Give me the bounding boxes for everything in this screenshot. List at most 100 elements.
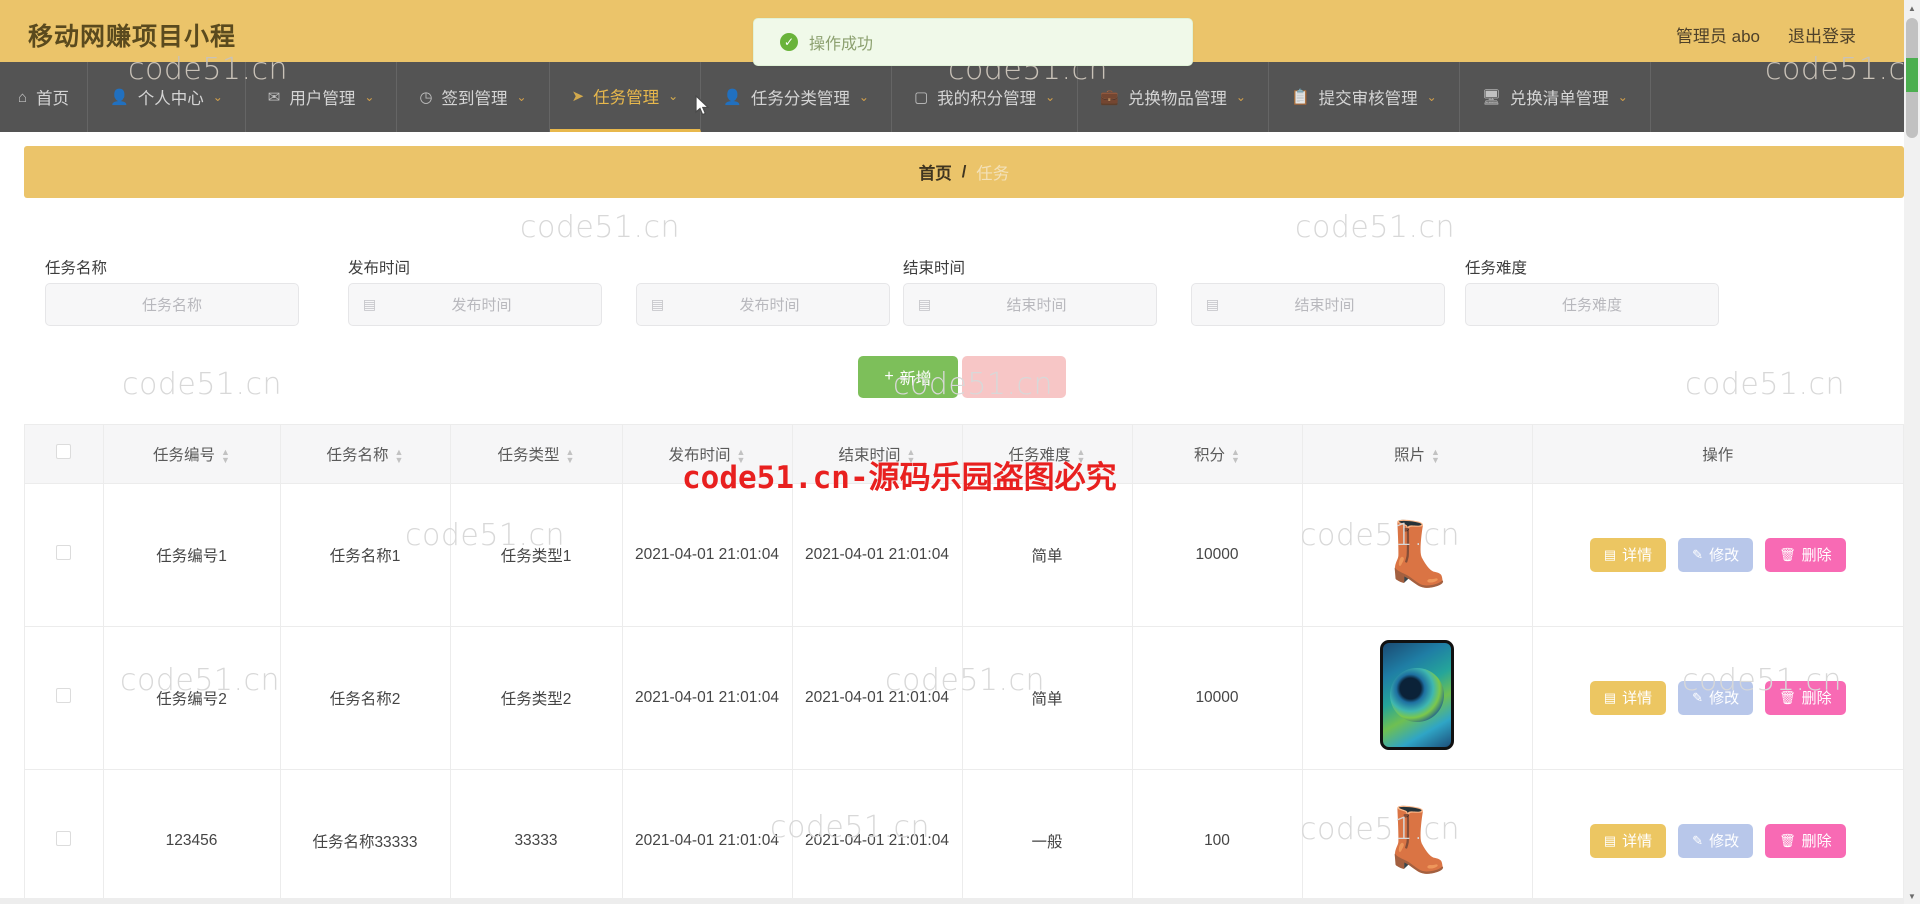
table-header-row: 任务编号 ▲ ▼ 任务名称 ▲ ▼ 任务类型 ▲ ▼ 发布时间 ▲ ▼ 结束时间 ▲ ▼ 任务难度 ▲ ▼ 积分 ▲ ▼… xyxy=(25,425,1903,484)
cell-difficulty: 简单 xyxy=(962,483,1133,627)
batch-delete-button[interactable] xyxy=(962,356,1066,398)
square-icon: ▢ xyxy=(913,89,929,106)
row-checkbox[interactable] xyxy=(56,830,72,846)
row-checkbox[interactable] xyxy=(56,687,72,703)
user-icon: 👤 xyxy=(110,89,129,106)
search-select-difficulty[interactable]: 任务难度 xyxy=(1465,283,1719,326)
breadcrumb-current: 任务 xyxy=(976,165,1010,183)
table-header-publish[interactable]: 发布时间 ▲ ▼ xyxy=(622,425,793,484)
nav-item-任务管理[interactable]: ➤ 任务管理 ⌄ xyxy=(549,62,702,132)
nav-item-label: 任务分类管理 xyxy=(750,90,850,108)
table-header-select xyxy=(25,425,104,484)
row-detail-label: 详情 xyxy=(1622,690,1653,707)
chevron-down-icon: ⌄ xyxy=(668,88,679,103)
table-header-end[interactable]: 结束时间 ▲ ▼ xyxy=(792,425,963,484)
nav-item-label: 我的积分管理 xyxy=(937,90,1037,108)
nav-item-用户管理[interactable]: ✉ 用户管理 ⌄ xyxy=(246,62,398,132)
nav-item-提交审核管理[interactable]: 📋 提交审核管理 ⌄ xyxy=(1269,62,1460,132)
end-time-end-placeholder: 结束时间 xyxy=(1294,297,1355,314)
row-edit-button[interactable]: ✎ 修改 xyxy=(1678,537,1754,572)
vertical-scrollbar[interactable]: ▲ ▼ xyxy=(1904,0,1920,904)
table-header-points[interactable]: 积分 ▲ ▼ xyxy=(1132,425,1303,484)
trash-icon: 🗑 xyxy=(1779,832,1796,848)
select-all-checkbox[interactable] xyxy=(56,443,72,459)
sort-icon[interactable]: ▲ ▼ xyxy=(737,447,746,464)
table-header-name[interactable]: 任务名称 ▲ ▼ xyxy=(280,425,451,484)
cell-end: 2021-04-01 21:01:04 xyxy=(792,769,963,904)
cell-photo: 👢 xyxy=(1302,483,1533,627)
boots-thumbnail: 👢 xyxy=(1378,805,1456,875)
nav-item-签到管理[interactable]: ◷ 签到管理 ⌄ xyxy=(397,62,550,132)
search-input-task-name[interactable]: 任务名称 xyxy=(45,283,299,326)
difficulty-placeholder: 任务难度 xyxy=(1561,297,1622,314)
sort-icon[interactable]: ▲ ▼ xyxy=(395,447,404,464)
table-header-actions: 操作 xyxy=(1532,425,1903,484)
table-header-no[interactable]: 任务编号 ▲ ▼ xyxy=(103,425,281,484)
chevron-down-icon: ⌄ xyxy=(212,90,223,104)
field-label-publish-time: 发布时间 xyxy=(348,260,411,277)
nav-item-label: 首页 xyxy=(36,90,70,108)
sort-icon[interactable]: ▲ ▼ xyxy=(907,447,916,464)
nav-item-首页[interactable]: ⌂ 首页 xyxy=(0,62,88,132)
field-label-task-name: 任务名称 xyxy=(45,260,108,277)
cell-points: 10000 xyxy=(1132,626,1303,770)
row-del-label: 删除 xyxy=(1801,833,1832,850)
nav-item-兑换物品管理[interactable]: 💼 兑换物品管理 ⌄ xyxy=(1078,62,1269,132)
row-del-button[interactable]: 🗑 删除 xyxy=(1765,680,1846,715)
search-input-end-time-start[interactable]: ▤ 结束时间 xyxy=(903,283,1157,326)
calendar-icon: ▤ xyxy=(917,296,932,312)
pencil-icon: ✎ xyxy=(1692,546,1704,562)
table-header-difficulty[interactable]: 任务难度 ▲ ▼ xyxy=(962,425,1133,484)
row-checkbox-cell xyxy=(25,769,104,904)
table-header-photo[interactable]: 照片 ▲ ▼ xyxy=(1302,425,1533,484)
nav-item-label: 提交审核管理 xyxy=(1318,90,1418,108)
breadcrumb-home[interactable]: 首页 xyxy=(919,160,952,184)
row-detail-button[interactable]: ▤ 详情 xyxy=(1589,680,1667,715)
bottom-strip xyxy=(0,898,1904,904)
sort-icon[interactable]: ▲ ▼ xyxy=(1077,447,1086,464)
nav-item-兑换清单管理[interactable]: 🖥 兑换清单管理 ⌄ xyxy=(1460,62,1651,132)
search-input-publish-time-start[interactable]: ▤ 发布时间 xyxy=(348,283,602,326)
chevron-down-icon: ⌄ xyxy=(364,90,375,104)
sort-icon[interactable]: ▲ ▼ xyxy=(1231,447,1240,464)
table-row: 任务编号1 任务名称1 任务类型1 2021-04-01 21:01:04 2021-0… xyxy=(25,483,1903,627)
trash-icon: 🗑 xyxy=(1779,689,1796,705)
logout-button[interactable]: 退出登录 xyxy=(1788,22,1856,47)
row-del-button[interactable]: 🗑 删除 xyxy=(1765,537,1846,572)
page-root: 移动网赚项目小程 管理员 abo 退出登录 ✓ 操作成功 ⌂ 首页 👤 个人中心 ⌄ ✉ 用… xyxy=(0,0,1920,904)
task-table: 任务编号 ▲ ▼ 任务名称 ▲ ▼ 任务类型 ▲ ▼ 发布时间 ▲ ▼ 结束时间 ▲ ▼ 任务难度 ▲ ▼ 积分 ▲ ▼… xyxy=(25,425,1903,904)
search-input-publish-time-end[interactable]: ▤ 发布时间 xyxy=(636,283,890,326)
cell-actions: ▤ 详情 ✎ 修改 🗑 删除 xyxy=(1532,769,1903,904)
nav-item-个人中心[interactable]: 👤 个人中心 ⌄ xyxy=(88,62,246,132)
row-del-button[interactable]: 🗑 删除 xyxy=(1765,823,1846,858)
row-checkbox-cell xyxy=(25,483,104,627)
table-header-type[interactable]: 任务类型 ▲ ▼ xyxy=(450,425,623,484)
cell-type: 任务类型1 xyxy=(450,483,623,627)
nav-item-label: 兑换物品管理 xyxy=(1127,90,1227,108)
clock-icon: ◷ xyxy=(419,89,433,106)
scroll-up-icon[interactable]: ▲ xyxy=(1904,0,1920,16)
table-row: 123456 任务名称33333 33333 2021-04-01 21:01:04 2… xyxy=(25,769,1903,904)
sort-icon[interactable]: ▲ ▼ xyxy=(1431,447,1440,464)
sort-icon[interactable]: ▲ ▼ xyxy=(566,447,575,464)
nav-item-label: 兑换清单管理 xyxy=(1509,90,1609,108)
nav-item-任务分类管理[interactable]: 👤 任务分类管理 ⌄ xyxy=(701,62,892,132)
scroll-down-icon[interactable]: ▼ xyxy=(1904,888,1920,904)
cell-name: 任务名称1 xyxy=(280,483,451,627)
row-detail-button[interactable]: ▤ 详情 xyxy=(1589,823,1667,858)
row-detail-button[interactable]: ▤ 详情 xyxy=(1589,537,1667,572)
watermark: code51.cn xyxy=(1295,210,1456,245)
cell-points: 10000 xyxy=(1132,483,1303,627)
table-header-label: 任务类型 xyxy=(497,446,560,464)
cell-no: 任务编号2 xyxy=(103,626,281,770)
cell-photo xyxy=(1302,626,1533,770)
nav-item-我的积分管理[interactable]: ▢ 我的积分管理 ⌄ xyxy=(892,62,1079,132)
search-input-end-time-end[interactable]: ▤ 结束时间 xyxy=(1191,283,1445,326)
detail-icon: ▤ xyxy=(1603,832,1617,848)
task-table-wrapper: 任务编号 ▲ ▼ 任务名称 ▲ ▼ 任务类型 ▲ ▼ 发布时间 ▲ ▼ 结束时间 ▲ ▼ 任务难度 ▲ ▼ 积分 ▲ ▼… xyxy=(24,424,1904,904)
row-edit-button[interactable]: ✎ 修改 xyxy=(1678,823,1754,858)
add-button[interactable]: + 新增 xyxy=(858,356,958,398)
sort-icon[interactable]: ▲ ▼ xyxy=(221,447,230,464)
row-edit-button[interactable]: ✎ 修改 xyxy=(1678,680,1754,715)
row-checkbox[interactable] xyxy=(56,544,72,560)
